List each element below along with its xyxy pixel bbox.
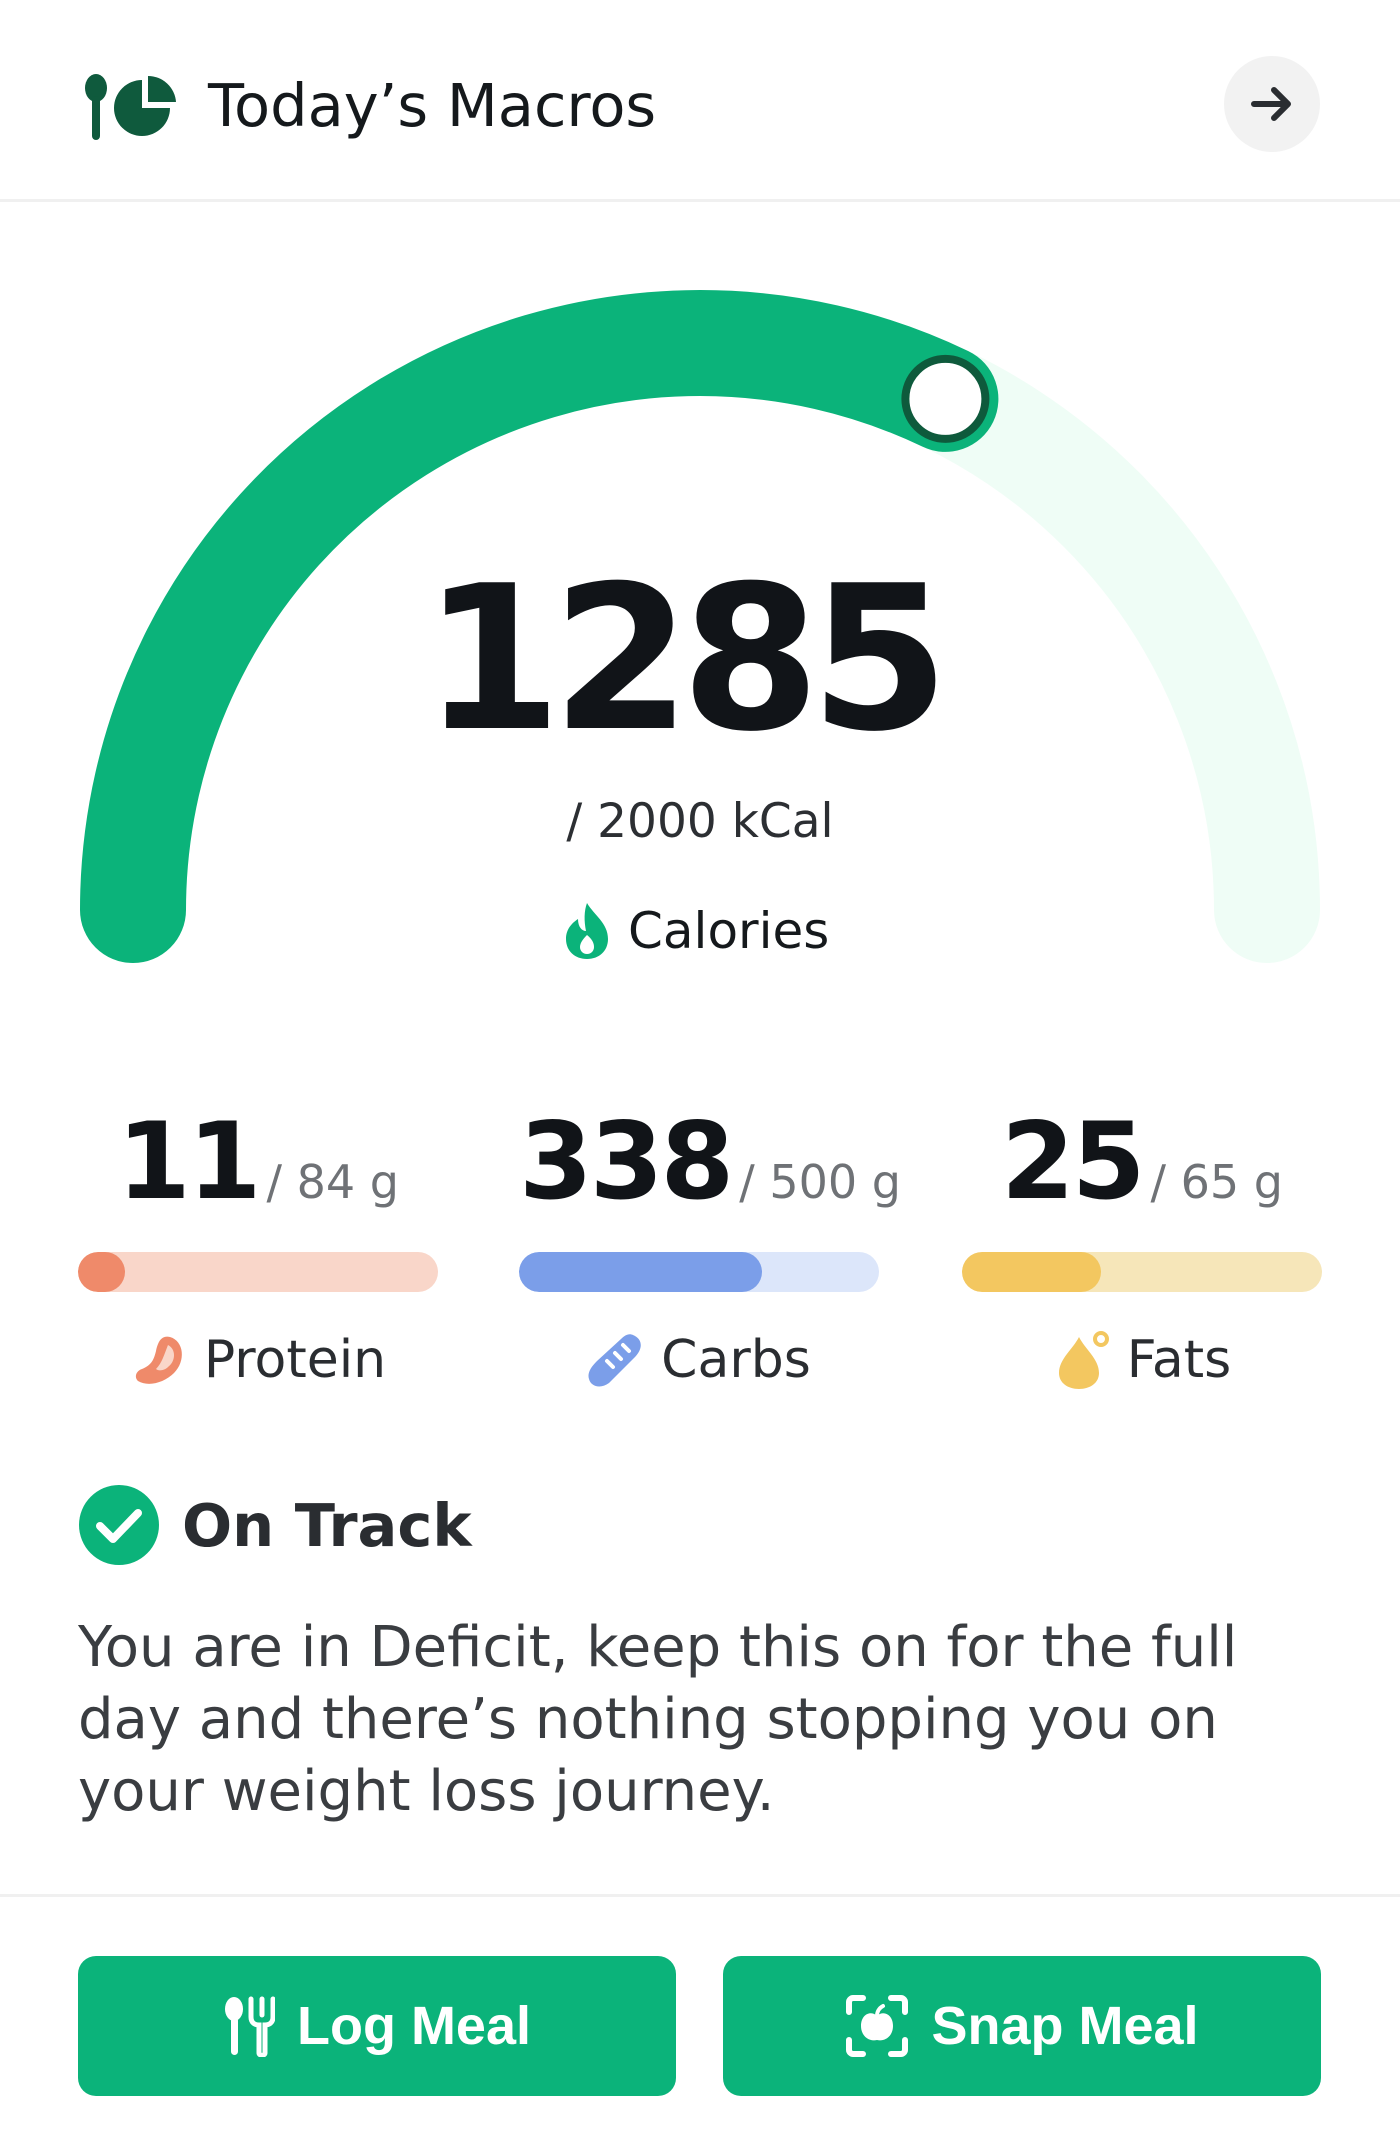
macro-goal: / 84 g [266, 1155, 399, 1209]
macro-label-row: Fats [962, 1320, 1322, 1400]
macro-label: Fats [1126, 1330, 1232, 1390]
log-meal-label: Log Meal [296, 1996, 531, 2056]
macro-numbers: 25/ 65 g [962, 1100, 1322, 1223]
progress-bar [962, 1252, 1322, 1292]
macro-numbers: 338/ 500 g [519, 1100, 901, 1223]
progress-fill [962, 1252, 1101, 1292]
macro-protein: 11/ 84 g Protein [78, 1100, 438, 1400]
macro-value: 25 [1001, 1100, 1146, 1223]
macros-section: 11/ 84 g Protein 338/ 500 g Carbs 25 / 6… [78, 1100, 1322, 1400]
page-title: Today’s Macros [208, 71, 657, 140]
gauge-knob [901, 354, 990, 443]
check-circle-icon [79, 1485, 159, 1565]
arrow-right-button[interactable] [1224, 56, 1320, 152]
macro-goal: / 65 g [1150, 1155, 1283, 1209]
header: Today’s Macros [0, 0, 1400, 202]
macro-fats: 25/ 65 g Fats [962, 1100, 1322, 1400]
macro-goal: / 500 g [739, 1155, 902, 1209]
macro-value: 11 [117, 1100, 262, 1223]
macro-label-row: Protein [78, 1320, 438, 1400]
meat-icon [135, 1336, 182, 1384]
calorie-goal: / 2000 kCal [566, 794, 834, 849]
flame-icon [566, 903, 608, 959]
calorie-value: 1285 [422, 543, 950, 776]
progress-fill [519, 1252, 763, 1292]
macro-carbs: 338/ 500 g Carbs [519, 1100, 901, 1400]
log-meal-button[interactable]: Log Meal [78, 1956, 676, 2096]
macro-value: 338 [519, 1100, 734, 1223]
fork-pie-chart-icon [85, 74, 176, 140]
macro-numbers: 11/ 84 g [78, 1100, 438, 1223]
progress-bar [78, 1252, 438, 1292]
progress-bar [519, 1252, 879, 1292]
camera-scan-icon [846, 1995, 909, 2057]
bread-icon [588, 1334, 641, 1387]
calorie-label: Calories [628, 902, 830, 960]
status-title: On Track [182, 1490, 472, 1560]
status-row: On Track [78, 1480, 472, 1570]
calorie-label-row: Calories [560, 896, 829, 966]
macro-label-row: Carbs [519, 1320, 879, 1400]
snap-meal-label: Snap Meal [931, 1996, 1199, 2056]
macro-label: Protein [203, 1330, 387, 1390]
fork-knife-icon [224, 1996, 275, 2057]
status-message: You are in Deficit, keep this on for the… [78, 1615, 1238, 1824]
arrow-right-icon [1251, 87, 1291, 121]
oil-drop-icon [1058, 1331, 1109, 1389]
progress-fill [78, 1252, 126, 1292]
snap-meal-button[interactable]: Snap Meal [723, 1956, 1321, 2096]
macro-label: Carbs [661, 1330, 811, 1390]
